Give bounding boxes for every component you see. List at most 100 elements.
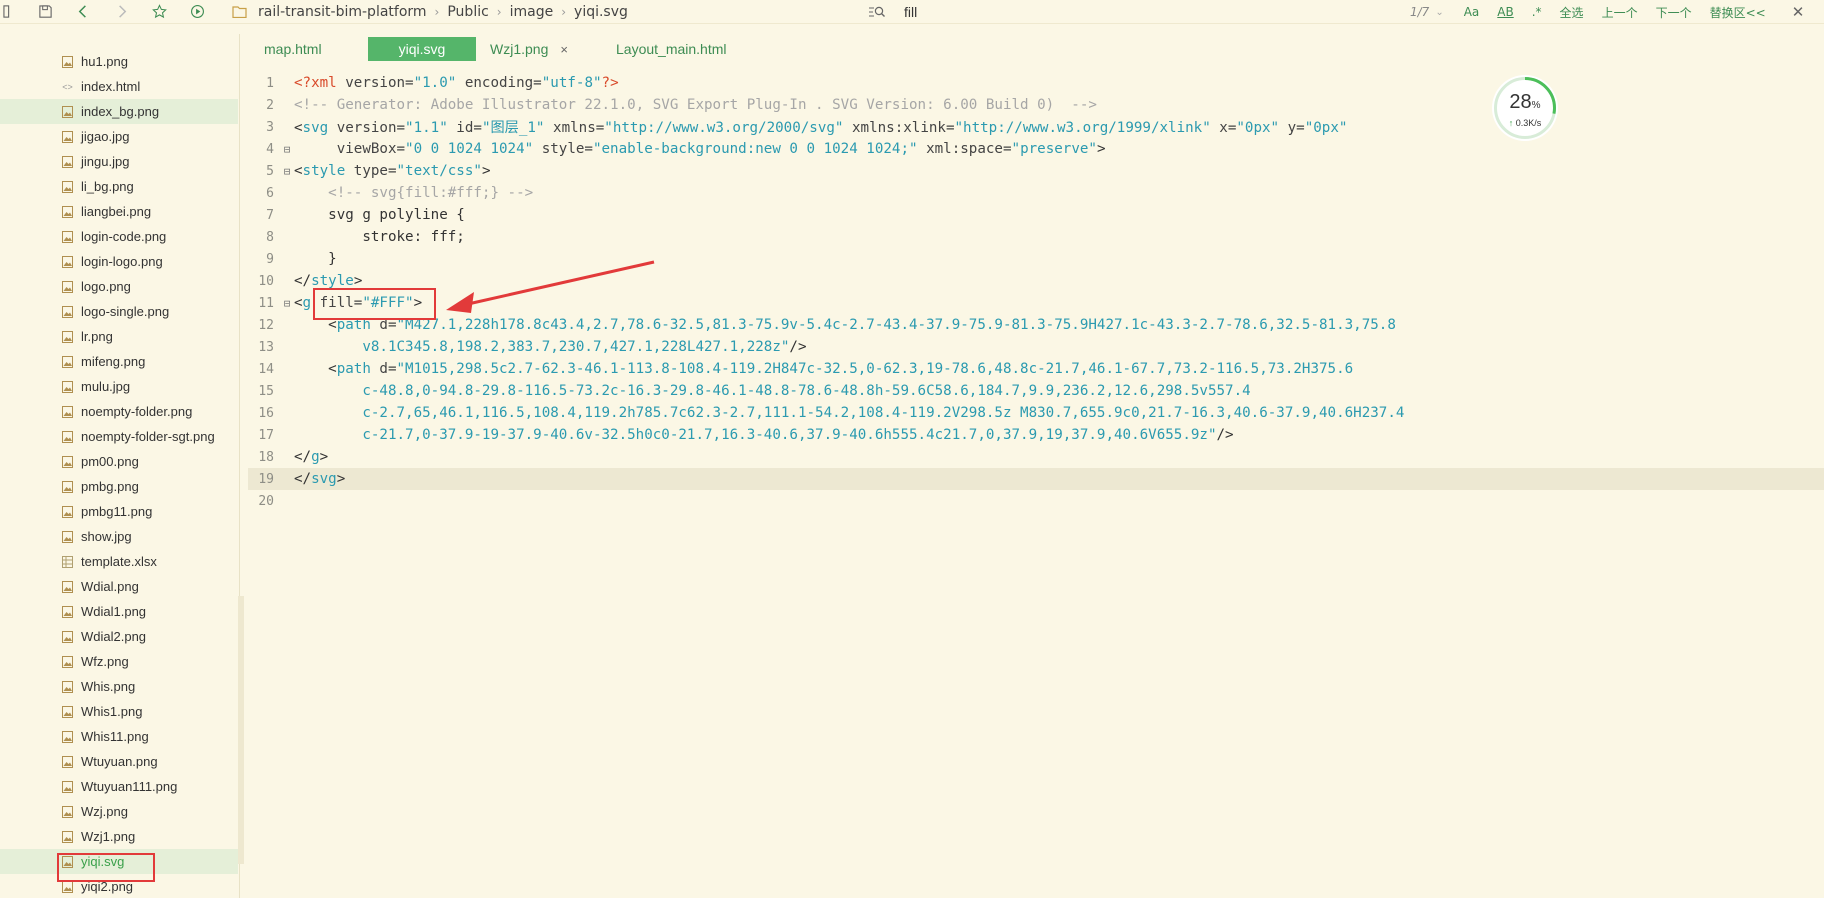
file-item[interactable]: login-code.png (0, 224, 238, 249)
code-text: </style> (294, 273, 362, 289)
editor-tab[interactable]: map.html (250, 37, 368, 61)
code-text: <?xml version="1.0" encoding="utf-8"?> (294, 75, 619, 91)
code-token: "图层_1" (481, 120, 545, 136)
code-token: </ (294, 471, 312, 487)
file-name: Wdial2.png (81, 629, 147, 644)
file-item[interactable]: Wfz.png (0, 649, 238, 674)
file-item[interactable]: logo.png (0, 274, 238, 299)
file-item[interactable]: show.jpg (0, 524, 238, 549)
file-item[interactable]: mulu.jpg (0, 374, 238, 399)
file-item[interactable]: lr.png (0, 324, 238, 349)
previous-match-button[interactable]: 上一个 (1602, 4, 1638, 21)
code-token: <?xml (294, 75, 337, 91)
code-token: version= (328, 120, 406, 136)
image-file-icon (62, 480, 73, 493)
image-file-icon (62, 305, 73, 318)
forward-icon[interactable] (102, 0, 140, 24)
save-icon[interactable] (26, 0, 64, 24)
regex-button[interactable]: .* (1532, 5, 1542, 19)
tab-label: map.html (264, 41, 322, 57)
select-all-button[interactable]: 全选 (1560, 4, 1584, 21)
file-item[interactable]: login-logo.png (0, 249, 238, 274)
fold-toggle-icon[interactable]: ⊟ (280, 297, 294, 310)
network-speed-widget[interactable]: 28% ↑ 0.3K/s (1494, 77, 1556, 139)
image-file-icon (62, 255, 73, 268)
sidebar-toggle-icon[interactable] (0, 0, 20, 24)
file-item[interactable]: Wtuyuan111.png (0, 774, 238, 799)
whole-word-button[interactable]: AB (1497, 5, 1513, 19)
file-item[interactable]: mifeng.png (0, 349, 238, 374)
next-match-button[interactable]: 下一个 (1656, 4, 1692, 21)
search-input[interactable] (904, 4, 1204, 20)
match-case-button[interactable]: Aa (1464, 5, 1480, 19)
file-item[interactable]: template.xlsx (0, 549, 238, 574)
code-editor[interactable]: 1 <?xml version="1.0" encoding="utf-8"?> 2… (248, 72, 1824, 898)
code-text: <!-- svg{fill:#fff;} --> (294, 185, 533, 201)
file-item[interactable]: Wdial1.png (0, 599, 238, 624)
sidebar-scrollbar[interactable] (238, 596, 244, 864)
file-item[interactable]: Wtuyuan.png (0, 749, 238, 774)
line-number: 15 (258, 383, 274, 399)
back-icon[interactable] (64, 0, 102, 24)
file-item[interactable]: Whis11.png (0, 724, 238, 749)
close-icon[interactable]: ✕ (1792, 3, 1805, 21)
chevron-down-icon[interactable]: ⌄ (1435, 7, 1443, 18)
close-tab-icon[interactable]: × (560, 42, 568, 57)
code-token: "1.0" (413, 75, 457, 91)
breadcrumb-item[interactable]: Public (447, 4, 488, 20)
file-item[interactable]: hu1.png (0, 49, 238, 74)
file-name: logo.png (81, 279, 131, 294)
code-text: v8.1C345.8,198.2,383.7,230.7,427.1,228L4… (294, 339, 806, 355)
code-token: viewBox= (294, 141, 406, 157)
file-item[interactable]: noempty-folder-sgt.png (0, 424, 238, 449)
breadcrumb-item[interactable]: rail-transit-bim-platform (258, 4, 427, 20)
file-item[interactable]: li_bg.png (0, 174, 238, 199)
code-line: 13 v8.1C345.8,198.2,383.7,230.7,427.1,22… (248, 336, 1824, 358)
replace-toggle-button[interactable]: 替换区<< (1710, 4, 1766, 21)
file-item[interactable]: pmbg11.png (0, 499, 238, 524)
breadcrumb-item[interactable]: yiqi.svg (574, 4, 628, 20)
file-name: li_bg.png (81, 179, 134, 194)
file-name: Whis11.png (81, 729, 149, 744)
code-line: 17 c-21.7,0-37.9-19-37.9-40.6v-32.5h0c0-… (248, 424, 1824, 446)
file-item[interactable]: Whis1.png (0, 699, 238, 724)
editor-tab[interactable]: Layout_main.html (602, 37, 732, 61)
file-item[interactable]: pmbg.png (0, 474, 238, 499)
code-token: svg (311, 471, 337, 487)
file-item[interactable]: index_bg.png (0, 99, 238, 124)
file-item[interactable]: liangbei.png (0, 199, 238, 224)
fold-toggle-icon[interactable]: ⊟ (280, 165, 294, 178)
fold-toggle-icon[interactable]: ⊟ (280, 143, 294, 156)
file-item[interactable]: pm00.png (0, 449, 238, 474)
code-file-icon: <> (62, 81, 73, 92)
file-item[interactable]: jigao.jpg (0, 124, 238, 149)
code-token: xmlns:xlink= (843, 120, 955, 136)
editor-tab[interactable]: yiqi.svg (368, 37, 476, 61)
file-name: show.jpg (81, 529, 132, 544)
line-number: 18 (258, 449, 274, 465)
breadcrumb-item[interactable]: image (510, 4, 554, 20)
file-name: mulu.jpg (81, 379, 131, 394)
image-file-icon (62, 155, 73, 168)
file-item[interactable]: Wzj.png (0, 799, 238, 824)
file-item[interactable]: noempty-folder.png (0, 399, 238, 424)
code-token: c-48.8,0-94.8-29.8-116.5-73.2c-16.3-29.8… (294, 383, 1251, 399)
bookmark-icon[interactable] (140, 0, 178, 24)
file-item[interactable]: jingu.jpg (0, 149, 238, 174)
file-item[interactable]: Wdial.png (0, 574, 238, 599)
file-item[interactable]: logo-single.png (0, 299, 238, 324)
code-text: } (294, 251, 337, 267)
code-line: 15 c-48.8,0-94.8-29.8-116.5-73.2c-16.3-2… (248, 380, 1824, 402)
editor-tab[interactable]: Wzj1.png × (476, 37, 602, 61)
file-item[interactable]: <> index.html (0, 74, 238, 99)
file-item[interactable]: Wzj1.png (0, 824, 238, 849)
code-token: g (311, 449, 320, 465)
code-token: xml:space= (917, 141, 1012, 157)
file-name: pmbg.png (81, 479, 139, 494)
image-file-icon (62, 680, 73, 693)
file-item[interactable]: Wdial2.png (0, 624, 238, 649)
code-text: <style type="text/css"> (294, 163, 490, 179)
run-icon[interactable] (178, 0, 216, 24)
file-item[interactable]: Whis.png (0, 674, 238, 699)
code-text: </g> (294, 449, 328, 465)
